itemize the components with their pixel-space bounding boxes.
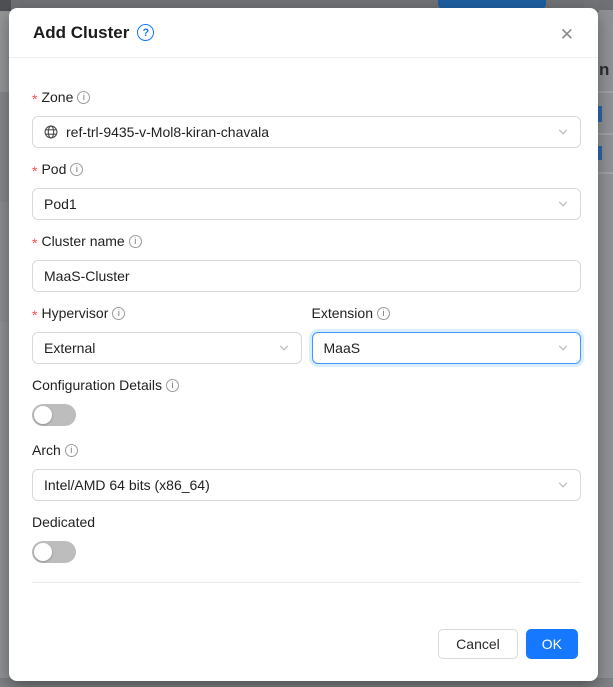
field-extension: Extension i MaaS xyxy=(312,302,582,364)
backdrop-left-band xyxy=(0,202,9,322)
field-dedicated: Dedicated xyxy=(32,511,581,563)
field-zone: * Zone i ref-trl-9435-v-Mol8-kiran-chava… xyxy=(32,86,581,148)
backdrop-left-band xyxy=(0,92,9,202)
info-icon[interactable]: i xyxy=(77,91,90,104)
pod-select-value: Pod1 xyxy=(44,196,557,212)
zone-select-value: ref-trl-9435-v-Mol8-kiran-chavala xyxy=(66,124,557,140)
pod-label: * Pod i xyxy=(32,158,581,180)
dedicated-label: Dedicated xyxy=(32,511,581,533)
arch-label: Arch i xyxy=(32,439,581,461)
toggle-knob xyxy=(34,543,52,561)
ok-button[interactable]: OK xyxy=(526,629,578,659)
cluster-name-input[interactable] xyxy=(32,260,581,292)
chevron-down-icon xyxy=(557,198,569,210)
required-mark: * xyxy=(32,233,37,250)
hypervisor-extension-row: * Hypervisor i External Extension i M xyxy=(32,302,581,374)
backdrop-divider xyxy=(598,172,613,174)
field-cluster-name: * Cluster name i xyxy=(32,230,581,292)
chevron-down-icon xyxy=(557,479,569,491)
info-icon[interactable]: i xyxy=(129,235,142,248)
pod-label-text: Pod xyxy=(41,161,66,177)
add-cluster-form: * Zone i ref-trl-9435-v-Mol8-kiran-chava… xyxy=(9,58,598,563)
required-mark: * xyxy=(32,161,37,178)
field-configuration-details: Configuration Details i xyxy=(32,374,581,426)
modal-title: Add Cluster xyxy=(33,23,129,43)
extension-label-text: Extension xyxy=(312,305,373,321)
backdrop-link-fragment xyxy=(598,146,602,160)
extension-label: Extension i xyxy=(312,302,582,324)
field-pod: * Pod i Pod1 xyxy=(32,158,581,220)
hypervisor-label: * Hypervisor i xyxy=(32,302,302,324)
modal-header: Add Cluster ? ✕ xyxy=(9,8,598,58)
required-mark: * xyxy=(32,305,37,322)
configuration-details-label: Configuration Details i xyxy=(32,374,581,396)
zone-label: * Zone i xyxy=(32,86,581,108)
backdrop-text-fragment: n xyxy=(599,60,609,80)
extension-select[interactable]: MaaS xyxy=(312,332,582,364)
close-icon[interactable]: ✕ xyxy=(556,22,578,47)
cancel-button[interactable]: Cancel xyxy=(438,629,518,659)
question-circle-icon[interactable]: ? xyxy=(137,24,154,41)
field-arch: Arch i Intel/AMD 64 bits (x86_64) xyxy=(32,439,581,501)
backdrop-link-fragment xyxy=(598,106,602,122)
modal-footer: Cancel OK xyxy=(438,629,578,659)
dedicated-toggle[interactable] xyxy=(32,541,76,563)
required-mark: * xyxy=(32,89,37,106)
pod-select[interactable]: Pod1 xyxy=(32,188,581,220)
cluster-name-label: * Cluster name i xyxy=(32,230,581,252)
hypervisor-select[interactable]: External xyxy=(32,332,302,364)
info-icon[interactable]: i xyxy=(377,307,390,320)
info-icon[interactable]: i xyxy=(112,307,125,320)
chevron-down-icon xyxy=(557,126,569,138)
hypervisor-label-text: Hypervisor xyxy=(41,305,108,321)
dedicated-label-text: Dedicated xyxy=(32,514,95,530)
configuration-details-label-text: Configuration Details xyxy=(32,377,162,393)
extension-select-value: MaaS xyxy=(324,340,558,356)
backdrop-left-band xyxy=(0,12,9,92)
toggle-knob xyxy=(34,406,52,424)
arch-select-value: Intel/AMD 64 bits (x86_64) xyxy=(44,477,557,493)
backdrop-divider xyxy=(598,91,613,93)
info-icon[interactable]: i xyxy=(65,444,78,457)
info-icon[interactable]: i xyxy=(70,163,83,176)
info-icon[interactable]: i xyxy=(166,379,179,392)
footer-divider xyxy=(32,582,581,583)
arch-select[interactable]: Intel/AMD 64 bits (x86_64) xyxy=(32,469,581,501)
cluster-name-label-text: Cluster name xyxy=(41,233,124,249)
configuration-details-toggle[interactable] xyxy=(32,404,76,426)
hypervisor-select-value: External xyxy=(44,340,278,356)
chevron-down-icon xyxy=(557,342,569,354)
arch-label-text: Arch xyxy=(32,442,61,458)
backdrop-divider xyxy=(598,133,613,135)
chevron-down-icon xyxy=(278,342,290,354)
globe-icon xyxy=(44,125,58,139)
zone-label-text: Zone xyxy=(41,89,73,105)
add-cluster-modal: Add Cluster ? ✕ * Zone i ref- xyxy=(9,8,598,681)
zone-select[interactable]: ref-trl-9435-v-Mol8-kiran-chavala xyxy=(32,116,581,148)
field-hypervisor: * Hypervisor i External xyxy=(32,302,302,364)
